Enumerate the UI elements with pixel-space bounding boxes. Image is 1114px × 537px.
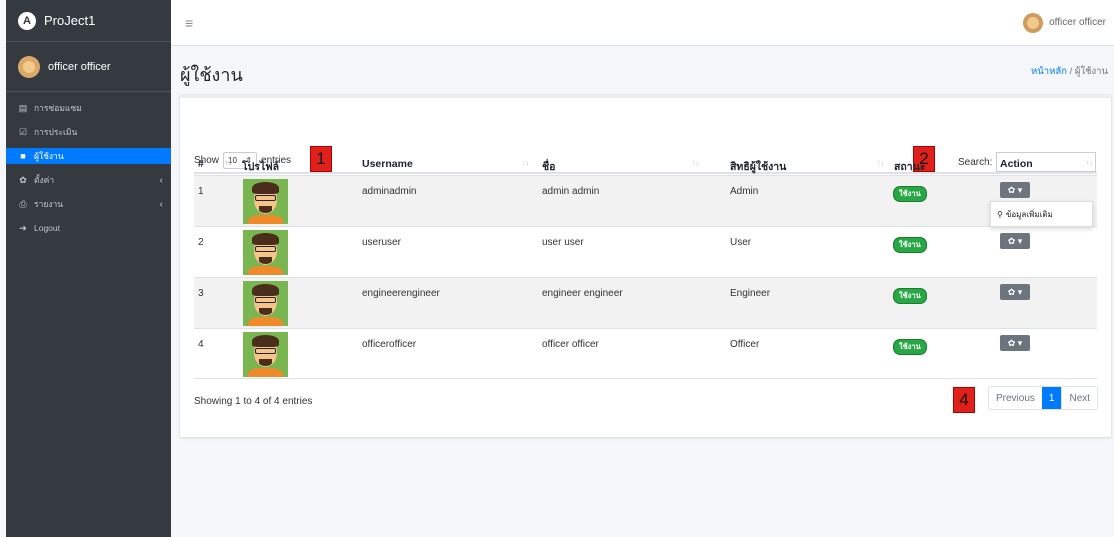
sort-icon: ↑↓: [980, 160, 987, 167]
sidebar-item-label: รายงาน: [34, 199, 64, 209]
row-username: adminadmin: [362, 186, 417, 197]
sidebar-item-settings[interactable]: ✿ ตั้งค่า ‹: [6, 172, 171, 188]
breadcrumb: หน้าหลัก / ผู้ใช้งาน: [1031, 64, 1108, 79]
users-icon: ■: [20, 151, 26, 161]
chevron-left-icon: ‹: [159, 174, 163, 186]
profile-avatar: [243, 179, 288, 224]
sort-icon: ↑↓: [692, 160, 699, 167]
column-header-action[interactable]: Action: [1000, 158, 1033, 170]
status-badge: ใช้งาน: [893, 339, 927, 355]
pagination: Previous 1 Next: [988, 386, 1099, 410]
table-row: 3 engineerengineer engineer engineer Eng…: [194, 277, 1097, 328]
row-username: officerofficer: [362, 339, 417, 350]
sidebar-item-reports[interactable]: ⎙ รายงาน ‹: [6, 196, 171, 212]
column-header-name[interactable]: ชื่อ: [542, 158, 555, 175]
breadcrumb-separator: /: [1069, 66, 1073, 77]
profile-avatar: [243, 230, 288, 275]
status-badge: ใช้งาน: [893, 237, 927, 253]
sidebar-item-label: ตั้งค่า: [34, 175, 55, 185]
row-username: engineerengineer: [362, 288, 440, 299]
brand[interactable]: A ProJect1: [6, 0, 171, 42]
action-dropdown-menu: ⚲ ข้อมูลเพิ่มเติม: [990, 201, 1093, 227]
column-header-status[interactable]: สถานะ: [894, 158, 925, 175]
row-number: 4: [198, 339, 204, 350]
pagination-previous[interactable]: Previous: [989, 387, 1042, 409]
sidebar-item-label: การประเมิน: [34, 127, 78, 137]
breadcrumb-current: ผู้ใช้งาน: [1074, 66, 1108, 77]
profile-avatar: [243, 332, 288, 377]
sidebar-user-name: officer officer: [48, 60, 111, 73]
row-name: user user: [542, 237, 584, 248]
sidebar-item-logout[interactable]: ➜ Logout: [6, 220, 171, 236]
brand-logo-icon: A: [18, 11, 36, 30]
clipboard-icon: ▤: [18, 102, 28, 113]
sidebar-item-label: Logout: [34, 223, 60, 233]
avatar: [1023, 12, 1044, 33]
sort-icon: ↑↓: [877, 160, 884, 167]
page-title: ผู้ใช้งาน: [180, 65, 243, 85]
sort-asc-icon: ↑↓: [225, 160, 232, 167]
column-header-role[interactable]: สิทธิผู้ใช้งาน: [730, 158, 786, 175]
row-username: useruser: [362, 237, 401, 248]
cogs-icon: ✿: [19, 174, 27, 185]
sort-icon: ↑↓: [522, 160, 529, 167]
action-dropdown-button[interactable]: ✿ ▾: [1000, 335, 1030, 351]
row-name: engineer engineer: [542, 288, 623, 299]
topbar-user-menu[interactable]: officer officer: [1023, 12, 1106, 33]
pagination-next[interactable]: Next: [1061, 387, 1097, 409]
file-pdf-icon: ⎙: [19, 198, 27, 209]
sort-icon: ↑↓: [1086, 160, 1093, 167]
sidebar-item-evaluation[interactable]: ☑ การประเมิน: [6, 124, 171, 140]
pagination-page[interactable]: 1: [1041, 387, 1062, 409]
row-number: 1: [198, 186, 204, 197]
action-dropdown-button[interactable]: ✿ ▾: [1000, 182, 1030, 198]
row-role: User: [730, 237, 752, 248]
check-square-icon: ☑: [18, 126, 28, 137]
sidebar-item-users[interactable]: ■ ผู้ใช้งาน: [6, 148, 171, 164]
sign-out-icon: ➜: [19, 222, 27, 233]
table-row: 1 adminadmin admin admin Admin ใช้งาน ✿ …: [194, 175, 1097, 226]
status-badge: ใช้งาน: [893, 186, 927, 202]
brand-name: ProJect1: [44, 13, 96, 28]
column-header-profile[interactable]: โปรไฟล์: [242, 158, 279, 175]
row-number: 3: [198, 288, 204, 299]
profile-avatar: [243, 281, 288, 326]
table-row: 4 officerofficer officer officer Officer…: [194, 328, 1097, 379]
row-name: admin admin: [542, 186, 600, 197]
search-icon: ⚲: [997, 209, 1003, 219]
row-name: officer officer: [542, 339, 599, 350]
topbar-user-name: officer officer: [1049, 17, 1106, 28]
action-dropdown-button[interactable]: ✿ ▾: [1000, 233, 1030, 249]
table-row: 2 useruser user user User ใช้งาน ✿ ▾: [194, 226, 1097, 277]
topbar: ≡ officer officer: [171, 0, 1114, 46]
breadcrumb-home-link[interactable]: หน้าหลัก: [1031, 66, 1067, 77]
sidebar-item-label: การซ่อมแซม: [34, 103, 82, 113]
row-number: 2: [198, 237, 204, 248]
dropdown-item-details[interactable]: ข้อมูลเพิ่มเติม: [1006, 208, 1053, 221]
marker-badge: 4: [953, 387, 975, 413]
sidebar-nav: ▤ การซ่อมแซม ☑ การประเมิน ■ ผู้ใช้งาน ✿ …: [6, 92, 171, 236]
table-header: # ↑↓ โปรไฟล์ Username ↑↓ ชื่อ ↑↓ สิทธิผู…: [194, 156, 1097, 174]
table-info: Showing 1 to 4 of 4 entries: [194, 396, 313, 407]
sidebar-user-panel[interactable]: officer officer: [6, 42, 171, 92]
avatar: [18, 55, 40, 78]
row-role: Engineer: [730, 288, 771, 299]
row-role: Officer: [730, 339, 760, 350]
sidebar-item-label: ผู้ใช้งาน: [34, 151, 64, 161]
column-header-username[interactable]: Username: [362, 158, 413, 170]
sidebar-item-repair[interactable]: ▤ การซ่อมแซม: [6, 100, 171, 116]
status-badge: ใช้งาน: [893, 288, 927, 304]
column-header-num[interactable]: #: [198, 158, 204, 170]
chevron-left-icon: ‹: [159, 198, 163, 210]
sidebar: A ProJect1 officer officer ▤ การซ่อมแซม …: [6, 0, 171, 537]
action-dropdown-button[interactable]: ✿ ▾: [1000, 284, 1030, 300]
row-role: Admin: [730, 186, 759, 197]
menu-toggle-icon[interactable]: ≡: [185, 15, 193, 31]
